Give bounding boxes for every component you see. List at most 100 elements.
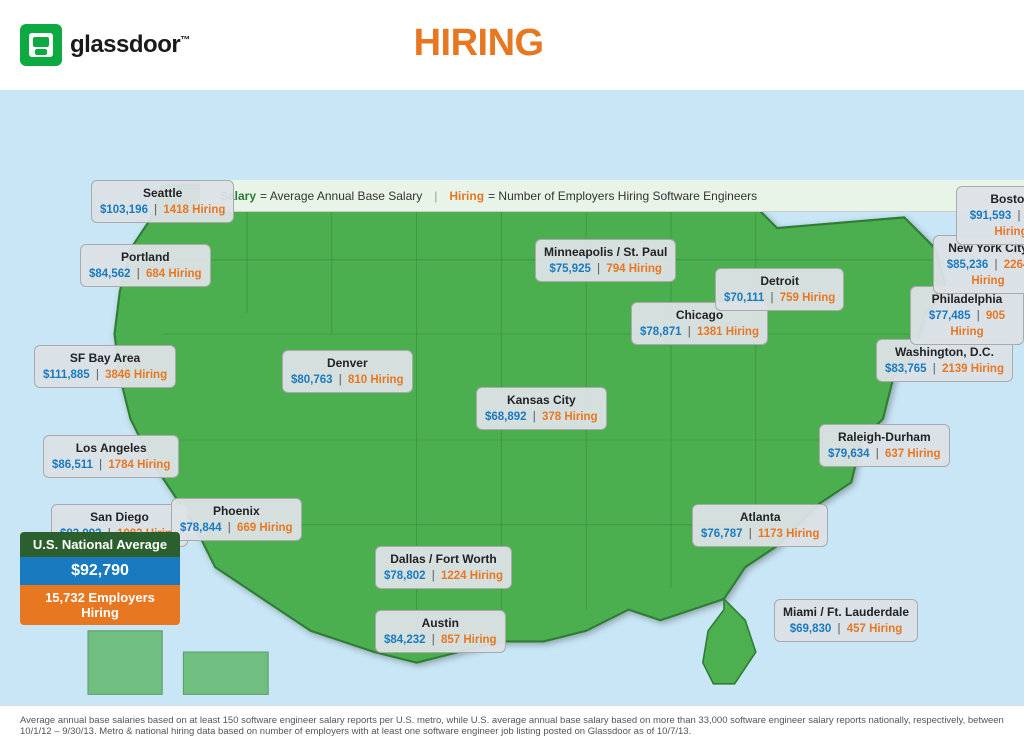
title-year: 2013 xyxy=(624,59,680,85)
national-average-box: U.S. National Average $92,790 15,732 Emp… xyxy=(20,532,180,625)
city-data: $78,802 | 1224 Hiring xyxy=(384,568,503,584)
city-hiring: 457 Hiring xyxy=(847,623,903,635)
city-label: Atlanta $76,787 | 1173 Hiring xyxy=(692,504,828,547)
city-name: Los Angeles xyxy=(52,440,170,457)
map-area: Salary = Average Annual Base Salary | Hi… xyxy=(0,90,1024,705)
city-label: SF Bay Area $111,885 | 3846 Hiring xyxy=(34,345,176,388)
city-data: $84,562 | 684 Hiring xyxy=(89,266,202,282)
city-name: Miami / Ft. Lauderdale xyxy=(783,604,909,621)
city-salary: $68,892 xyxy=(485,411,527,423)
city-salary: $84,232 xyxy=(384,634,426,646)
title-area: SOFTWARE ENGINEER SALARY & HIRING COMPAR… xyxy=(200,5,1004,84)
title-line2: SALARY & HIRING COMPARISON BY CITY 2013 xyxy=(230,24,1004,85)
city-salary: $86,511 xyxy=(52,459,93,471)
city-pipe: | xyxy=(154,204,157,216)
city-pipe: | xyxy=(688,326,691,338)
city-pipe: | xyxy=(838,623,841,635)
city-salary: $111,885 xyxy=(43,369,90,381)
city-name: Atlanta xyxy=(701,509,819,526)
city-pipe: | xyxy=(137,268,140,280)
city-hiring: 1381 Hiring xyxy=(697,326,759,338)
city-label: Portland $84,562 | 684 Hiring xyxy=(80,244,211,287)
city-name: Denver xyxy=(291,355,404,372)
city-label: Phoenix $78,844 | 669 Hiring xyxy=(171,498,302,541)
title-amp: & xyxy=(388,32,408,60)
city-name: Dallas / Fort Worth xyxy=(384,551,503,568)
city-data: $69,830 | 457 Hiring xyxy=(783,621,909,637)
city-pipe: | xyxy=(977,310,980,322)
legend-bar: Salary = Average Annual Base Salary | Hi… xyxy=(200,180,1024,212)
city-data: $68,892 | 378 Hiring xyxy=(485,409,598,425)
city-label: Minneapolis / St. Paul $75,925 | 794 Hir… xyxy=(535,239,676,282)
city-name: Minneapolis / St. Paul xyxy=(544,244,667,261)
city-pipe: | xyxy=(533,411,536,423)
city-salary: $75,925 xyxy=(549,263,591,275)
city-salary: $76,787 xyxy=(701,528,743,540)
city-hiring: 637 Hiring xyxy=(885,448,941,460)
city-data: $84,232 | 857 Hiring xyxy=(384,632,497,648)
city-hiring: 794 Hiring xyxy=(606,263,662,275)
city-pipe: | xyxy=(99,459,102,471)
city-hiring: 810 Hiring xyxy=(348,374,404,386)
city-salary: $78,871 xyxy=(640,326,682,338)
city-label: Austin $84,232 | 857 Hiring xyxy=(375,610,506,653)
city-data: $91,593 | 2006 Hiring xyxy=(965,208,1024,240)
legend-hiring-label: Hiring xyxy=(449,189,484,203)
city-hiring: 2139 Hiring xyxy=(942,363,1004,375)
city-salary: $70,111 xyxy=(724,292,764,304)
city-pipe: | xyxy=(876,448,879,460)
city-name: SF Bay Area xyxy=(43,350,167,367)
city-pipe: | xyxy=(597,263,600,275)
city-hiring: 1173 Hiring xyxy=(758,528,819,540)
city-pipe: | xyxy=(933,363,936,375)
title-hiring: HIRING xyxy=(414,24,544,62)
city-salary: $84,562 xyxy=(89,268,131,280)
city-hiring: 1784 Hiring xyxy=(108,459,170,471)
city-data: $85,236 | 2264 Hiring xyxy=(942,257,1024,289)
city-name: Kansas City xyxy=(485,392,598,409)
city-label: Kansas City $68,892 | 378 Hiring xyxy=(476,387,607,430)
city-label: Miami / Ft. Lauderdale $69,830 | 457 Hir… xyxy=(774,599,918,642)
city-label: Detroit $70,111 | 759 Hiring xyxy=(715,268,844,311)
city-name: Seattle xyxy=(100,185,225,202)
city-pipe: | xyxy=(749,528,752,540)
city-pipe: | xyxy=(771,292,774,304)
city-label: Philadelphia $77,485 | 905 Hiring xyxy=(910,286,1024,345)
city-hiring: 669 Hiring xyxy=(237,522,293,534)
city-data: $80,763 | 810 Hiring xyxy=(291,372,404,388)
city-label: Washington, D.C. $83,765 | 2139 Hiring xyxy=(876,339,1013,382)
city-data: $77,485 | 905 Hiring xyxy=(919,308,1015,340)
city-data: $79,634 | 637 Hiring xyxy=(828,446,941,462)
national-avg-hiring: 15,732 Employers Hiring xyxy=(20,585,180,625)
city-salary: $77,485 xyxy=(929,310,971,322)
city-label: Denver $80,763 | 810 Hiring xyxy=(282,350,413,393)
city-label: Boston $91,593 | 2006 Hiring xyxy=(956,186,1024,245)
city-hiring: 759 Hiring xyxy=(780,292,836,304)
city-hiring: 1224 Hiring xyxy=(441,570,503,582)
city-label: Los Angeles $86,511 | 1784 Hiring xyxy=(43,435,179,478)
city-label: Dallas / Fort Worth $78,802 | 1224 Hirin… xyxy=(375,546,512,589)
city-label: Raleigh-Durham $79,634 | 637 Hiring xyxy=(819,424,950,467)
city-data: $83,765 | 2139 Hiring xyxy=(885,361,1004,377)
header: glassdoor™ SOFTWARE ENGINEER SALARY & HI… xyxy=(0,0,1024,90)
city-name: Portland xyxy=(89,249,202,266)
city-name: Phoenix xyxy=(180,503,293,520)
city-name: Detroit xyxy=(724,273,835,290)
city-pipe: | xyxy=(432,570,435,582)
glassdoor-logo-icon xyxy=(20,24,62,66)
legend-separator: | xyxy=(434,189,437,203)
city-salary: $103,196 xyxy=(100,204,148,216)
city-data: $103,196 | 1418 Hiring xyxy=(100,202,225,218)
national-avg-salary: $92,790 xyxy=(20,557,180,585)
national-avg-title: U.S. National Average xyxy=(20,532,180,557)
city-data: $86,511 | 1784 Hiring xyxy=(52,457,170,473)
city-pipe: | xyxy=(994,259,997,271)
city-salary: $80,763 xyxy=(291,374,333,386)
city-pipe: | xyxy=(432,634,435,646)
city-name: Austin xyxy=(384,615,497,632)
city-name: Raleigh-Durham xyxy=(828,429,941,446)
title-salary: SALARY xyxy=(230,24,382,62)
city-pipe: | xyxy=(228,522,231,534)
city-data: $78,844 | 669 Hiring xyxy=(180,520,293,536)
city-data: $76,787 | 1173 Hiring xyxy=(701,526,819,542)
